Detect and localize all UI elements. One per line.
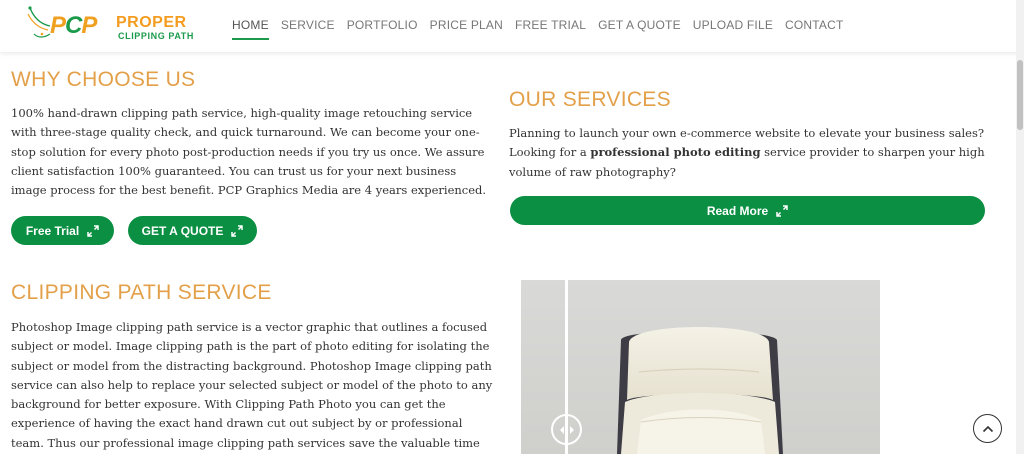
scrollbar-thumb[interactable] <box>1017 60 1023 130</box>
nav-contact[interactable]: CONTACT <box>785 18 844 42</box>
chevron-up-icon <box>982 425 993 432</box>
our-services-text: Planning to launch your own e-commerce w… <box>509 124 989 182</box>
site-logo[interactable]: PCP PROPER CLIPPING PATH <box>26 4 201 44</box>
our-services-heading: OUR SERVICES <box>509 88 671 111</box>
get-a-quote-label: GET A QUOTE <box>141 223 224 238</box>
get-a-quote-button[interactable]: GET A QUOTE <box>128 216 257 245</box>
site-header: PCP PROPER CLIPPING PATH HOME SERVICE PO… <box>0 0 1024 52</box>
free-trial-label: Free Trial <box>25 223 80 238</box>
clipping-path-text: Photoshop Image clipping path service is… <box>11 320 493 450</box>
compare-handle[interactable] <box>551 414 582 445</box>
left-right-arrows-icon <box>559 425 574 434</box>
back-to-top-button[interactable] <box>973 414 1002 443</box>
page-scrollbar[interactable] <box>1016 0 1024 454</box>
free-trial-button[interactable]: Free Trial <box>11 216 114 245</box>
nav-service[interactable]: SERVICE <box>281 18 335 42</box>
logo-name: PROPER <box>116 14 187 31</box>
nav-home[interactable]: HOME <box>232 18 269 42</box>
nav-upload-file[interactable]: UPLOAD FILE <box>693 18 773 42</box>
why-choose-us-heading: WHY CHOOSE US <box>11 68 196 91</box>
expand-arrows-icon <box>87 224 99 237</box>
expand-arrows-icon <box>231 224 244 237</box>
read-more-label: Read More <box>706 203 769 218</box>
logo-tagline: CLIPPING PATH <box>118 31 194 41</box>
services-text-bold: professional photo editing <box>590 145 761 160</box>
nav-free-trial[interactable]: FREE TRIAL <box>515 18 586 42</box>
read-more-button[interactable]: Read More <box>510 196 985 225</box>
main-nav: HOME SERVICE PORTFOLIO PRICE PLAN FREE T… <box>232 18 856 42</box>
nav-price-plan[interactable]: PRICE PLAN <box>430 18 503 42</box>
before-after-image-slider[interactable] <box>521 280 880 454</box>
nav-get-a-quote[interactable]: GET A QUOTE <box>598 18 681 42</box>
why-choose-us-text: 100% hand-drawn clipping path service, h… <box>11 106 487 198</box>
clipping-path-heading: CLIPPING PATH SERVICE <box>11 281 272 304</box>
expand-arrows-icon <box>776 204 788 217</box>
logo-mark: PCP <box>50 12 97 39</box>
nav-portfolio[interactable]: PORTFOLIO <box>347 18 418 42</box>
